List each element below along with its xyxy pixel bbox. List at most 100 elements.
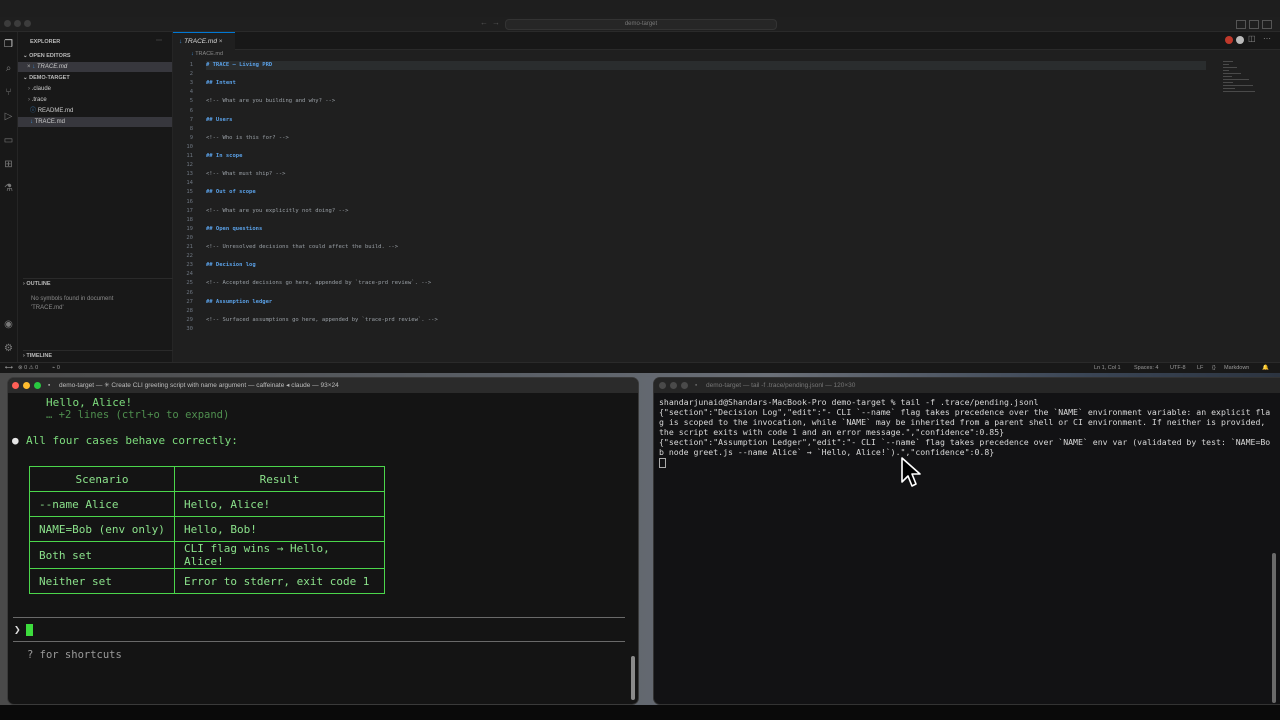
vscode-window: ← → demo-target ❐ ⌕ ⑂ ▷ ▭ ⊞ ⚗ ◉ ⚙ EXPLOR…: [0, 0, 1280, 373]
language-mode[interactable]: Markdown: [1224, 363, 1249, 373]
outline-header[interactable]: › OUTLINE: [23, 278, 177, 289]
close-window-button[interactable]: [12, 382, 19, 389]
line-number: 8: [189, 125, 193, 132]
line-number: 26: [186, 289, 193, 296]
tab-trace-md[interactable]: ↓ TRACE.md ×: [173, 32, 235, 50]
open-preview-icon[interactable]: [1236, 36, 1244, 44]
close-window-button[interactable]: [659, 382, 666, 389]
remote-explorer-icon[interactable]: ▭: [3, 135, 14, 146]
zoom-window-button[interactable]: [34, 382, 41, 389]
problems-indicator[interactable]: ⊗ 0 ⚠ 0: [18, 363, 38, 373]
markdown-heading[interactable]: ## Open questions: [206, 225, 262, 234]
scrollbar[interactable]: [1272, 553, 1276, 703]
code-line[interactable]: <!-- Unresolved decisions that could aff…: [206, 243, 398, 252]
tree-item-readme[interactable]: ⓘ README.md: [18, 106, 172, 116]
toggle-panel-icon[interactable]: [1249, 20, 1259, 29]
extension-icon[interactable]: [1225, 36, 1233, 44]
tree-item-trace[interactable]: › .trace: [18, 95, 172, 105]
code-line[interactable]: <!-- What are you explicitly not doing? …: [206, 207, 348, 216]
line-number: 25: [186, 280, 193, 287]
tree-item-trace-md[interactable]: ↓ TRACE.md: [18, 117, 172, 127]
minimize-window-button[interactable]: [23, 382, 30, 389]
ports-indicator[interactable]: ⌁ 0: [52, 363, 60, 373]
line-number: 2: [189, 71, 193, 78]
code-line[interactable]: <!-- Surfaced assumptions go here, appen…: [206, 316, 438, 325]
line-number: 4: [189, 89, 193, 96]
markdown-heading[interactable]: ## In scope: [206, 152, 242, 161]
extensions-icon[interactable]: ⊞: [3, 159, 14, 170]
line-number: 29: [186, 316, 193, 323]
table-cell: Neither set: [29, 568, 175, 594]
line-number: 14: [186, 180, 193, 187]
markdown-heading[interactable]: # TRACE — Living PRD: [206, 61, 1206, 71]
encoding[interactable]: UTF-8: [1170, 363, 1186, 373]
forward-arrow-icon[interactable]: →: [492, 18, 500, 27]
open-editors-header[interactable]: ⌄ OPEN EDITORS: [23, 51, 177, 61]
code-line[interactable]: <!-- Accepted decisions go here, appende…: [206, 279, 431, 288]
code-line[interactable]: <!-- What must ship? -->: [206, 170, 285, 179]
close-icon[interactable]: ×: [219, 38, 223, 45]
close-window-button[interactable]: [4, 20, 11, 27]
minimize-window-button[interactable]: [670, 382, 677, 389]
zoom-window-button[interactable]: [24, 20, 31, 27]
account-icon[interactable]: ◉: [3, 319, 14, 330]
gear-icon[interactable]: ⚙: [3, 343, 14, 354]
outline-empty-file: 'TRACE.md': [31, 305, 64, 311]
table-cell: Error to stderr, exit code 1: [174, 568, 385, 594]
remote-indicator-icon[interactable]: ⟷: [5, 363, 13, 373]
collapsed-lines-hint[interactable]: … +2 lines (ctrl+o to expand): [46, 409, 229, 421]
tree-item-claude[interactable]: › .claude: [18, 84, 172, 94]
line-number: 9: [189, 134, 193, 141]
source-control-icon[interactable]: ⑂: [3, 87, 14, 98]
breadcrumb[interactable]: ↓ TRACE.md: [191, 51, 223, 57]
markdown-heading[interactable]: ## Users: [206, 116, 233, 125]
timeline-header[interactable]: › TIMELINE: [23, 350, 177, 361]
toggle-sidebar-icon[interactable]: [1236, 20, 1246, 29]
open-editor-item[interactable]: × ↓ TRACE.md: [18, 62, 172, 72]
line-number: 16: [186, 198, 193, 205]
text-cursor[interactable]: [26, 624, 33, 636]
search-icon[interactable]: ⌕: [3, 63, 14, 74]
files-icon[interactable]: ❐: [3, 39, 14, 50]
minimize-window-button[interactable]: [14, 20, 21, 27]
table-cell: Hello, Bob!: [174, 516, 385, 542]
tab-bar: ↓ TRACE.md × ◫ ⋯: [173, 32, 1280, 50]
table-cell: --name Alice: [29, 491, 175, 517]
line-number: 11: [186, 153, 193, 159]
split-editor-icon[interactable]: ◫: [1248, 34, 1256, 43]
end-of-line[interactable]: LF: [1197, 363, 1203, 373]
indentation[interactable]: Spaces: 4: [1134, 363, 1158, 373]
toggle-secondary-sidebar-icon[interactable]: [1262, 20, 1272, 29]
more-actions-icon[interactable]: ⋯: [156, 37, 162, 44]
tab-label: TRACE.md: [184, 38, 217, 45]
line-number: 30: [186, 325, 193, 332]
braces-indicator[interactable]: {}: [1212, 363, 1216, 373]
run-debug-icon[interactable]: ▷: [3, 111, 14, 122]
code-line[interactable]: <!-- What are you building and why? -->: [206, 97, 335, 106]
table-row: NAME=Bob (env only) Hello, Bob!: [29, 516, 385, 542]
minimap[interactable]: [1223, 61, 1263, 101]
more-actions-icon[interactable]: ⋯: [1263, 34, 1271, 43]
project-header[interactable]: ⌄ DEMO-TARGET: [23, 73, 177, 83]
text-cursor[interactable]: [659, 458, 666, 468]
back-arrow-icon[interactable]: ←: [480, 18, 488, 27]
scrollbar[interactable]: [631, 656, 635, 700]
cursor-position[interactable]: Ln 1, Col 1: [1094, 363, 1121, 373]
markdown-heading[interactable]: ## Decision log: [206, 261, 256, 270]
command-center-search[interactable]: demo-target: [505, 19, 777, 30]
terminal-title: demo-target — ✳ Create CLI greeting scri…: [59, 382, 339, 389]
markdown-heading[interactable]: ## Intent: [206, 79, 236, 88]
output-hello: Hello, Alice!: [46, 396, 133, 409]
notifications-icon[interactable]: 🔔: [1262, 363, 1269, 373]
line-number: 15: [186, 189, 193, 196]
close-icon[interactable]: ×: [27, 64, 31, 70]
code-line[interactable]: <!-- Who is this for? -->: [206, 134, 289, 143]
zoom-window-button[interactable]: [681, 382, 688, 389]
claude-terminal-window: ▪ demo-target — ✳ Create CLI greeting sc…: [8, 378, 638, 704]
markdown-heading[interactable]: ## Assumption ledger: [206, 298, 272, 307]
line-number: 24: [186, 271, 193, 278]
shell-command: shandarjunaid@Shandars-MacBook-Pro demo-…: [659, 397, 1039, 407]
terminal-titlebar: ▪ demo-target — tail -f .trace/pending.j…: [654, 378, 1280, 393]
testing-icon[interactable]: ⚗: [3, 183, 14, 194]
markdown-heading[interactable]: ## Out of scope: [206, 188, 256, 197]
